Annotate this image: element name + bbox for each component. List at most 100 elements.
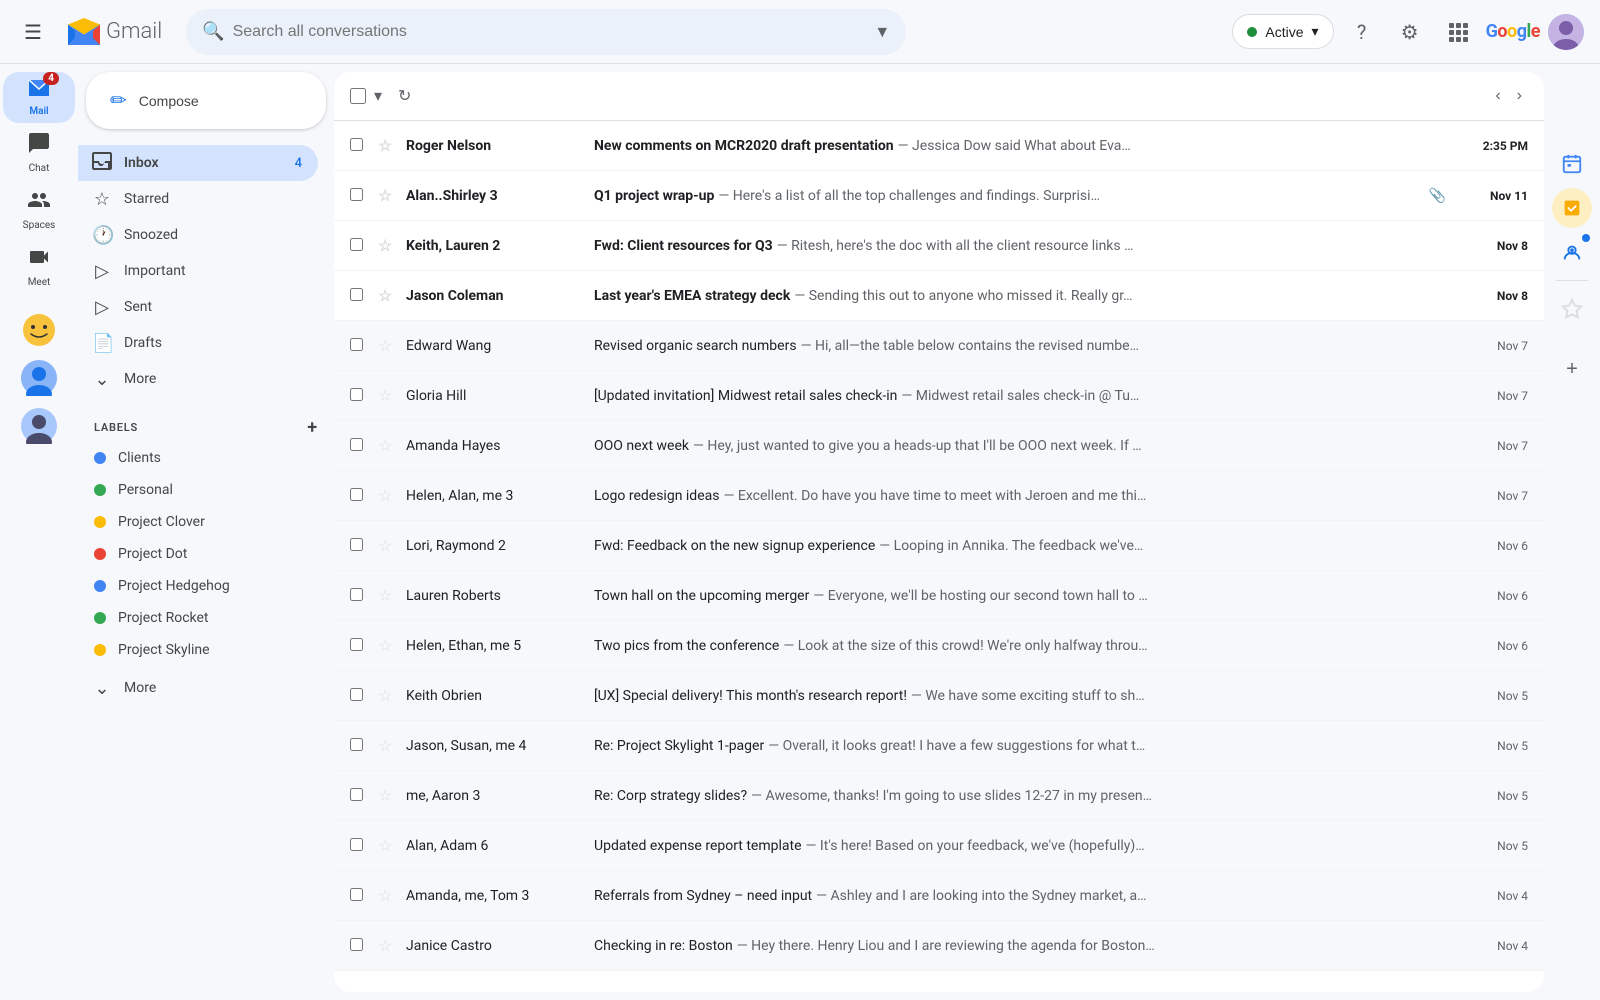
row-checkbox[interactable] xyxy=(350,336,370,355)
label-item-project-skyline[interactable]: Project Skyline xyxy=(78,634,318,666)
starred-panel-button[interactable] xyxy=(1552,289,1592,329)
email-row[interactable]: ☆ Jason Coleman Last year's EMEA strateg… xyxy=(334,271,1544,321)
row-checkbox[interactable] xyxy=(350,636,370,655)
row-star[interactable]: ☆ xyxy=(378,136,398,155)
search-dropdown-icon[interactable]: ▼ xyxy=(874,22,890,42)
nav-more-label: More xyxy=(124,371,156,387)
help-button[interactable]: ? xyxy=(1342,12,1382,52)
row-checkbox[interactable] xyxy=(350,586,370,605)
select-all-checkbox[interactable] xyxy=(350,88,366,104)
sidebar-item-spaces[interactable]: Spaces xyxy=(3,182,75,237)
avatar[interactable] xyxy=(1548,14,1584,50)
row-checkbox[interactable] xyxy=(350,936,370,955)
row-checkbox[interactable] xyxy=(350,186,370,205)
compose-button[interactable]: ✏ Compose xyxy=(86,72,326,129)
label-item-project-clover[interactable]: Project Clover xyxy=(78,506,318,538)
row-star[interactable]: ☆ xyxy=(378,436,398,455)
row-star[interactable]: ☆ xyxy=(378,536,398,555)
row-checkbox[interactable] xyxy=(350,686,370,705)
status-button[interactable]: Active ▾ xyxy=(1232,14,1333,49)
row-star[interactable]: ☆ xyxy=(378,936,398,955)
email-row[interactable]: ☆ Keith, Lauren 2 Fwd: Client resources … xyxy=(334,221,1544,271)
email-row[interactable]: ☆ Alan..Shirley 3 Q1 project wrap-up — H… xyxy=(334,171,1544,221)
add-panel-button[interactable]: + xyxy=(1556,353,1588,385)
nav-drafts[interactable]: 📄 Drafts xyxy=(78,325,318,361)
row-checkbox[interactable] xyxy=(350,136,370,155)
row-star[interactable]: ☆ xyxy=(378,786,398,805)
nav-important[interactable]: ▷ Important xyxy=(78,253,318,289)
email-row[interactable]: ☆ me, Aaron 3 Re: Corp strategy slides? … xyxy=(334,771,1544,821)
row-star[interactable]: ☆ xyxy=(378,836,398,855)
settings-button[interactable]: ⚙ xyxy=(1390,12,1430,52)
row-checkbox[interactable] xyxy=(350,486,370,505)
email-row[interactable]: ☆ Lori, Raymond 2 Fwd: Feedback on the n… xyxy=(334,521,1544,571)
row-star[interactable]: ☆ xyxy=(378,236,398,255)
email-row[interactable]: ☆ Gloria Hill [Updated invitation] Midwe… xyxy=(334,371,1544,421)
search-box[interactable]: 🔍 ▼ xyxy=(186,9,906,55)
label-item-personal[interactable]: Personal xyxy=(78,474,318,506)
email-row[interactable]: ☆ Helen, Alan, me 3 Logo redesign ideas … xyxy=(334,471,1544,521)
sidebar-item-mail[interactable]: 4 Mail xyxy=(3,72,75,123)
row-checkbox[interactable] xyxy=(350,536,370,555)
nav-more[interactable]: ⌄ More xyxy=(78,361,318,397)
email-row[interactable]: ☆ Janice Castro Checking in re: Boston —… xyxy=(334,921,1544,971)
contacts-panel-button[interactable] xyxy=(1552,232,1592,272)
email-row[interactable]: ☆ Keith Obrien [UX] Special delivery! Th… xyxy=(334,671,1544,721)
user-avatar-small[interactable] xyxy=(21,360,57,400)
calendar-panel-button[interactable] xyxy=(1552,144,1592,184)
user-avatar2[interactable] xyxy=(21,408,57,448)
row-sender: Lori, Raymond 2 xyxy=(406,538,586,554)
emoji-widget[interactable] xyxy=(21,312,57,352)
email-row[interactable]: ☆ Jason, Susan, me 4 Re: Project Skyligh… xyxy=(334,721,1544,771)
email-row[interactable]: ☆ Helen, Ethan, me 5 Two pics from the c… xyxy=(334,621,1544,671)
row-checkbox[interactable] xyxy=(350,836,370,855)
prev-page-button[interactable]: ‹ xyxy=(1489,81,1506,111)
row-star[interactable]: ☆ xyxy=(378,636,398,655)
menu-button[interactable]: ☰ xyxy=(16,12,50,52)
row-checkbox[interactable] xyxy=(350,236,370,255)
label-item-clients[interactable]: Clients xyxy=(78,442,318,474)
email-row[interactable]: ☆ Lauren Roberts Town hall on the upcomi… xyxy=(334,571,1544,621)
nav-snoozed[interactable]: 🕐 Snoozed xyxy=(78,217,318,253)
nav-inbox[interactable]: Inbox 4 xyxy=(78,145,318,181)
sidebar-item-meet[interactable]: Meet xyxy=(3,239,75,294)
row-checkbox[interactable] xyxy=(350,286,370,305)
row-preview: — We have some exciting stuff to sh… xyxy=(911,688,1145,704)
row-subject: Referrals from Sydney – need input xyxy=(594,888,812,904)
nav-labels-more[interactable]: ⌄ More xyxy=(78,670,318,706)
row-checkbox[interactable] xyxy=(350,886,370,905)
nav-sent[interactable]: ▷ Sent xyxy=(78,289,318,325)
row-star[interactable]: ☆ xyxy=(378,736,398,755)
row-star[interactable]: ☆ xyxy=(378,886,398,905)
select-dropdown-button[interactable]: ▾ xyxy=(368,80,388,112)
email-row[interactable]: ☆ Edward Wang Revised organic search num… xyxy=(334,321,1544,371)
mail-badge: 4 xyxy=(43,72,59,85)
label-item-project-rocket[interactable]: Project Rocket xyxy=(78,602,318,634)
add-label-button[interactable]: + xyxy=(307,417,318,438)
email-row[interactable]: ☆ Alan, Adam 6 Updated expense report te… xyxy=(334,821,1544,871)
row-checkbox[interactable] xyxy=(350,386,370,405)
sidebar-item-chat[interactable]: Chat xyxy=(3,125,75,180)
row-checkbox[interactable] xyxy=(350,436,370,455)
row-star[interactable]: ☆ xyxy=(378,286,398,305)
row-star[interactable]: ☆ xyxy=(378,686,398,705)
email-row[interactable]: ☆ Amanda, me, Tom 3 Referrals from Sydne… xyxy=(334,871,1544,921)
tasks-panel-button[interactable] xyxy=(1552,188,1592,228)
refresh-button[interactable]: ↻ xyxy=(392,80,417,112)
row-star[interactable]: ☆ xyxy=(378,486,398,505)
row-star[interactable]: ☆ xyxy=(378,336,398,355)
email-row[interactable]: ☆ Roger Nelson New comments on MCR2020 d… xyxy=(334,121,1544,171)
row-checkbox[interactable] xyxy=(350,736,370,755)
row-star[interactable]: ☆ xyxy=(378,186,398,205)
label-item-project-dot[interactable]: Project Dot xyxy=(78,538,318,570)
label-item-project-hedgehog[interactable]: Project Hedgehog xyxy=(78,570,318,602)
apps-button[interactable] xyxy=(1438,12,1478,52)
row-star[interactable]: ☆ xyxy=(378,586,398,605)
row-star[interactable]: ☆ xyxy=(378,386,398,405)
nav-starred[interactable]: ☆ Starred xyxy=(78,181,318,217)
row-checkbox[interactable] xyxy=(350,786,370,805)
row-subject: Updated expense report template xyxy=(594,838,802,854)
search-input[interactable] xyxy=(233,23,863,41)
next-page-button[interactable]: › xyxy=(1511,81,1528,111)
email-row[interactable]: ☆ Amanda Hayes OOO next week — Hey, just… xyxy=(334,421,1544,471)
